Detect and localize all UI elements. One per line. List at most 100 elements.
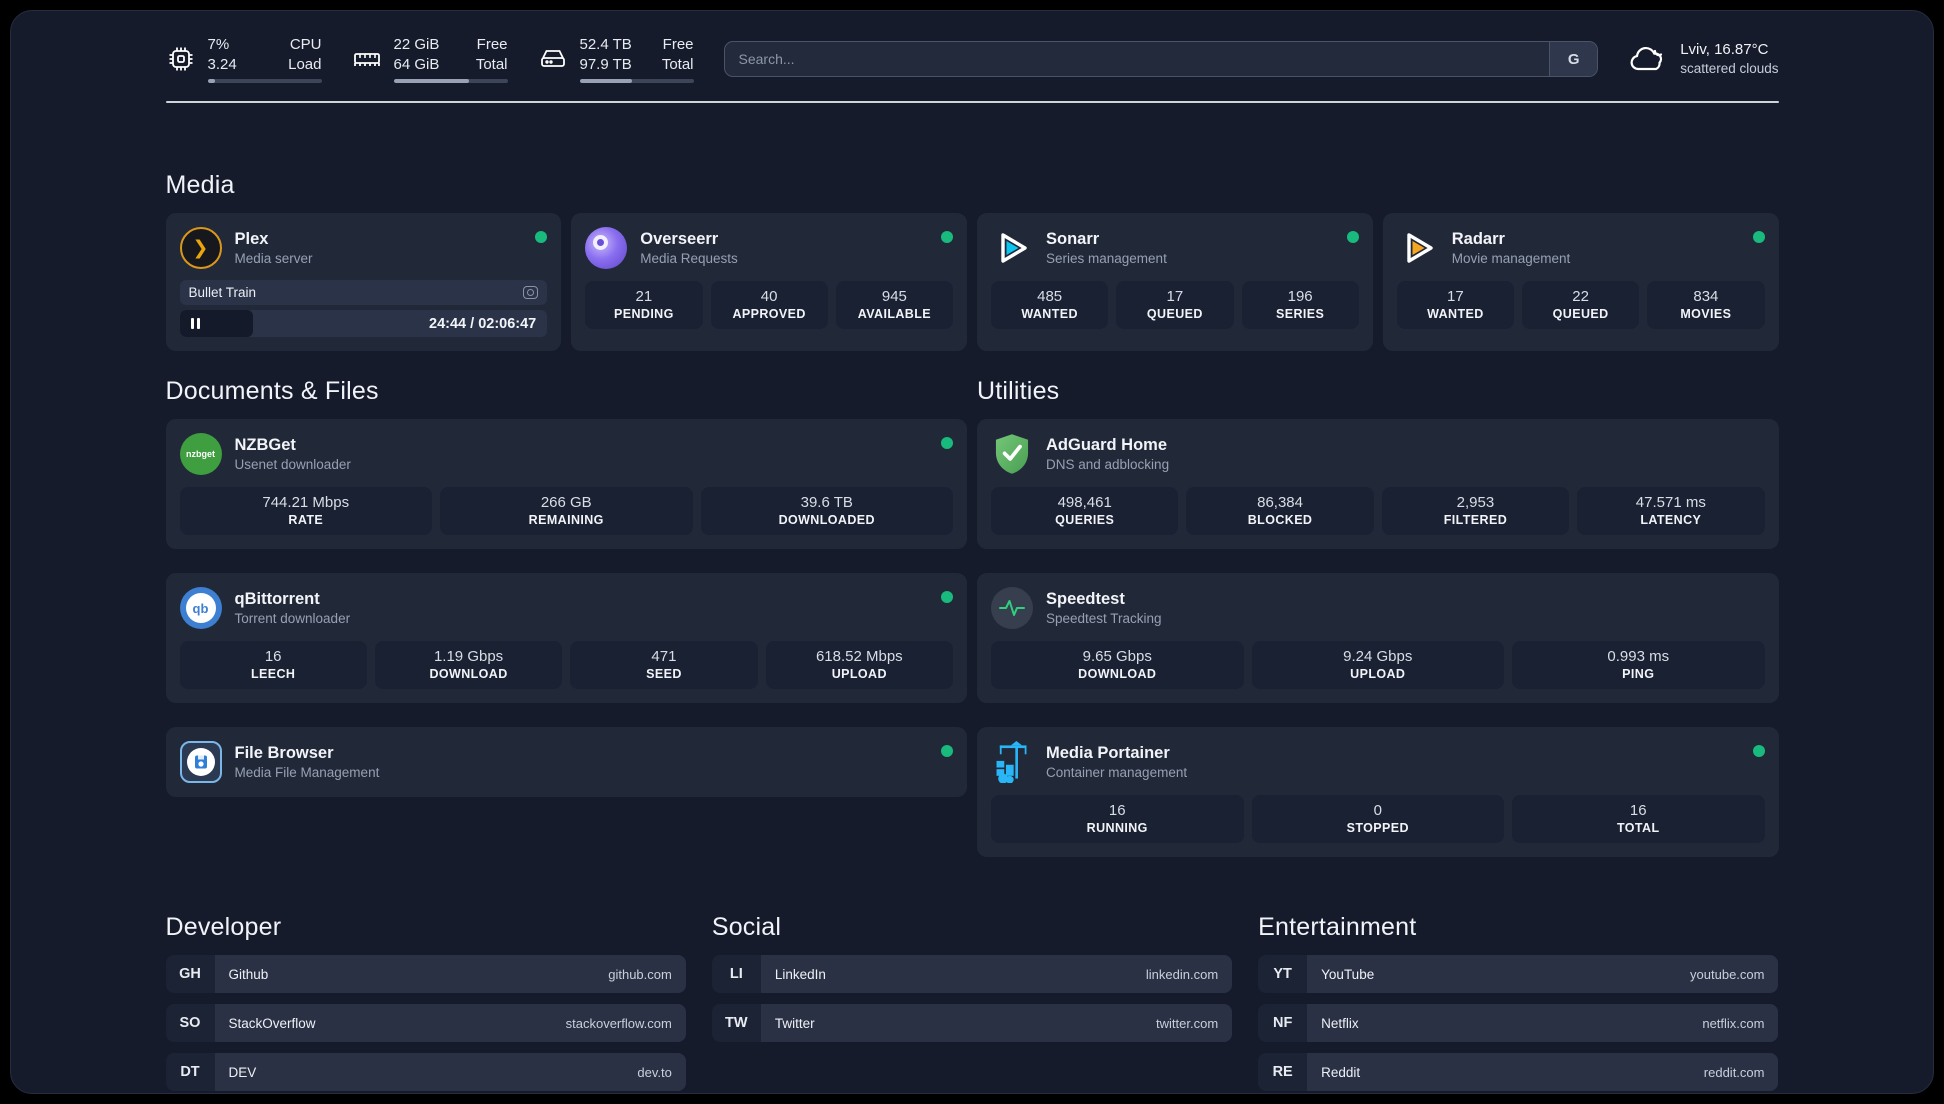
nzbget-icon: nzbget	[179, 433, 222, 475]
link-abbr: GH	[165, 955, 215, 993]
link-abbr: NF	[1258, 1004, 1308, 1042]
app-card-radarr[interactable]: Radarr Movie management 17 WANTED 22 QUE…	[1382, 213, 1779, 351]
cpu-usage: 7%	[207, 36, 230, 53]
section-title-utilities: Utilities	[977, 377, 1060, 405]
link-reddit[interactable]: RE Reddit reddit.com	[1258, 1053, 1779, 1091]
app-subtitle: Container management	[1046, 765, 1188, 780]
disk-total-label: Total	[661, 55, 694, 73]
stat-wanted: 17 WANTED	[1396, 281, 1514, 329]
section-title-social: Social	[711, 913, 782, 941]
link-url: github.com	[608, 966, 672, 982]
ram-icon	[352, 44, 382, 74]
stat-total: 16 TOTAL	[1512, 795, 1765, 843]
stat-wanted: 485 WANTED	[991, 281, 1109, 329]
adguard-icon	[991, 433, 1033, 475]
app-card-speedtest[interactable]: Speedtest Speedtest Tracking 9.65 Gbps D…	[977, 573, 1779, 703]
stat-series: 196 SERIES	[1241, 281, 1359, 329]
stat-queued: 22 QUEUED	[1522, 281, 1640, 329]
status-dot	[941, 745, 953, 757]
stat-approved: 40 APPROVED	[710, 281, 828, 329]
link-abbr: SO	[165, 1004, 215, 1042]
track-title: Bullet Train	[188, 285, 257, 300]
app-card-adguard[interactable]: AdGuard Home DNS and adblocking 498,461 …	[977, 419, 1779, 549]
app-card-portainer[interactable]: Media Portainer Container management 16 …	[977, 727, 1779, 857]
stat-queries: 498,461 QUERIES	[991, 487, 1179, 535]
app-name: Sonarr	[1046, 230, 1100, 248]
link-dev[interactable]: DT DEV dev.to	[165, 1053, 686, 1091]
stat-available: 945 AVAILABLE	[835, 281, 953, 329]
stat-remaining: 266 GB REMAINING	[440, 487, 693, 535]
app-name: Media Portainer	[1046, 744, 1170, 762]
now-playing-bar: Bullet Train	[179, 280, 548, 305]
link-name: Reddit	[1321, 1064, 1361, 1080]
app-subtitle: Movie management	[1451, 251, 1571, 266]
app-name: Radarr	[1451, 230, 1505, 248]
link-netflix[interactable]: NF Netflix netflix.com	[1258, 1004, 1779, 1042]
top-bar: 7% 3.24 CPU Load 22 GiB 64 GiB Free Tota…	[166, 35, 1779, 83]
app-name: NZBGet	[234, 436, 296, 454]
link-name: DEV	[228, 1064, 257, 1080]
section-title-documents: Documents & Files	[165, 377, 379, 405]
stat-download: 1.19 Gbps DOWNLOAD	[374, 641, 563, 689]
app-card-sonarr[interactable]: Sonarr Series management 485 WANTED 17 Q…	[977, 213, 1373, 351]
radarr-icon	[1397, 227, 1439, 269]
link-abbr: DT	[165, 1053, 215, 1091]
link-github[interactable]: GH Github github.com	[165, 955, 686, 993]
link-linkedin[interactable]: LI LinkedIn linkedin.com	[711, 955, 1233, 993]
section-title-entertainment: Entertainment	[1258, 913, 1417, 941]
link-name: YouTube	[1321, 966, 1375, 982]
dashboard-panel: 7% 3.24 CPU Load 22 GiB 64 GiB Free Tota…	[10, 10, 1934, 1094]
link-url: youtube.com	[1690, 966, 1765, 982]
app-subtitle: Torrent downloader	[234, 611, 351, 626]
pause-icon[interactable]	[190, 318, 200, 329]
app-subtitle: Media server	[234, 251, 313, 266]
stat-ping: 0.993 ms PING	[1512, 641, 1765, 689]
app-card-overseerr[interactable]: Overseerr Media Requests 21 PENDING 40 A…	[571, 213, 967, 351]
search-input[interactable]	[724, 51, 1550, 67]
search-engine-button[interactable]: G	[1549, 42, 1598, 76]
link-abbr: RE	[1258, 1053, 1308, 1091]
link-stackoverflow[interactable]: SO StackOverflow stackoverflow.com	[165, 1004, 686, 1042]
link-name: LinkedIn	[774, 966, 826, 982]
link-url: twitter.com	[1156, 1015, 1219, 1031]
app-subtitle: Usenet downloader	[234, 457, 351, 472]
ram-total-label: Total	[475, 55, 508, 73]
app-name: Overseerr	[640, 230, 719, 248]
app-name: qBittorrent	[234, 590, 320, 608]
disk-free-label: Free	[662, 36, 694, 53]
cpu-icon	[166, 44, 196, 74]
stat-blocked: 86,384 BLOCKED	[1186, 487, 1374, 535]
stat-leech: 16 LEECH	[179, 641, 367, 689]
app-name: File Browser	[234, 744, 334, 762]
cpu-load-label: Load	[288, 55, 322, 73]
app-card-qbittorrent[interactable]: qb qBittorrent Torrent downloader 16 LEE…	[165, 573, 967, 703]
status-dot	[1346, 231, 1359, 243]
link-twitter[interactable]: TW Twitter twitter.com	[711, 1004, 1233, 1042]
stat-seed: 471 SEED	[570, 641, 758, 689]
ram-free-label: Free	[476, 36, 508, 53]
app-subtitle: DNS and adblocking	[1046, 457, 1170, 472]
stat-latency: 47.571 ms LATENCY	[1577, 487, 1765, 535]
link-url: dev.to	[637, 1064, 672, 1080]
ram-progress-bar	[393, 79, 508, 83]
link-name: Twitter	[774, 1015, 815, 1031]
cast-icon[interactable]	[523, 286, 539, 299]
app-card-plex[interactable]: ❯ Plex Media server Bullet Train 24:44 /…	[165, 213, 562, 351]
weather-condition: scattered clouds	[1680, 61, 1779, 77]
stat-stopped: 0 STOPPED	[1251, 795, 1504, 843]
link-youtube[interactable]: YT YouTube youtube.com	[1258, 955, 1779, 993]
disk-widget: 52.4 TB 97.9 TB Free Total	[538, 35, 694, 83]
search-bar: G	[723, 41, 1599, 77]
app-card-filebrowser[interactable]: File Browser Media File Management	[165, 727, 967, 797]
stat-upload: 618.52 Mbps UPLOAD	[765, 641, 953, 689]
playback-progress-bar[interactable]: 24:44 / 02:06:47	[179, 310, 548, 337]
stat-running: 16 RUNNING	[991, 795, 1244, 843]
status-dot	[941, 231, 953, 243]
section-title-media: Media	[165, 171, 235, 199]
sonarr-icon	[991, 227, 1033, 269]
link-abbr: LI	[711, 955, 761, 993]
stat-downloaded: 39.6 TB DOWNLOADED	[700, 487, 953, 535]
weather-location-temp: Lviv, 16.87°C	[1680, 40, 1769, 58]
overseerr-icon	[585, 227, 628, 269]
app-card-nzbget[interactable]: nzbget NZBGet Usenet downloader 744.21 M…	[165, 419, 967, 549]
